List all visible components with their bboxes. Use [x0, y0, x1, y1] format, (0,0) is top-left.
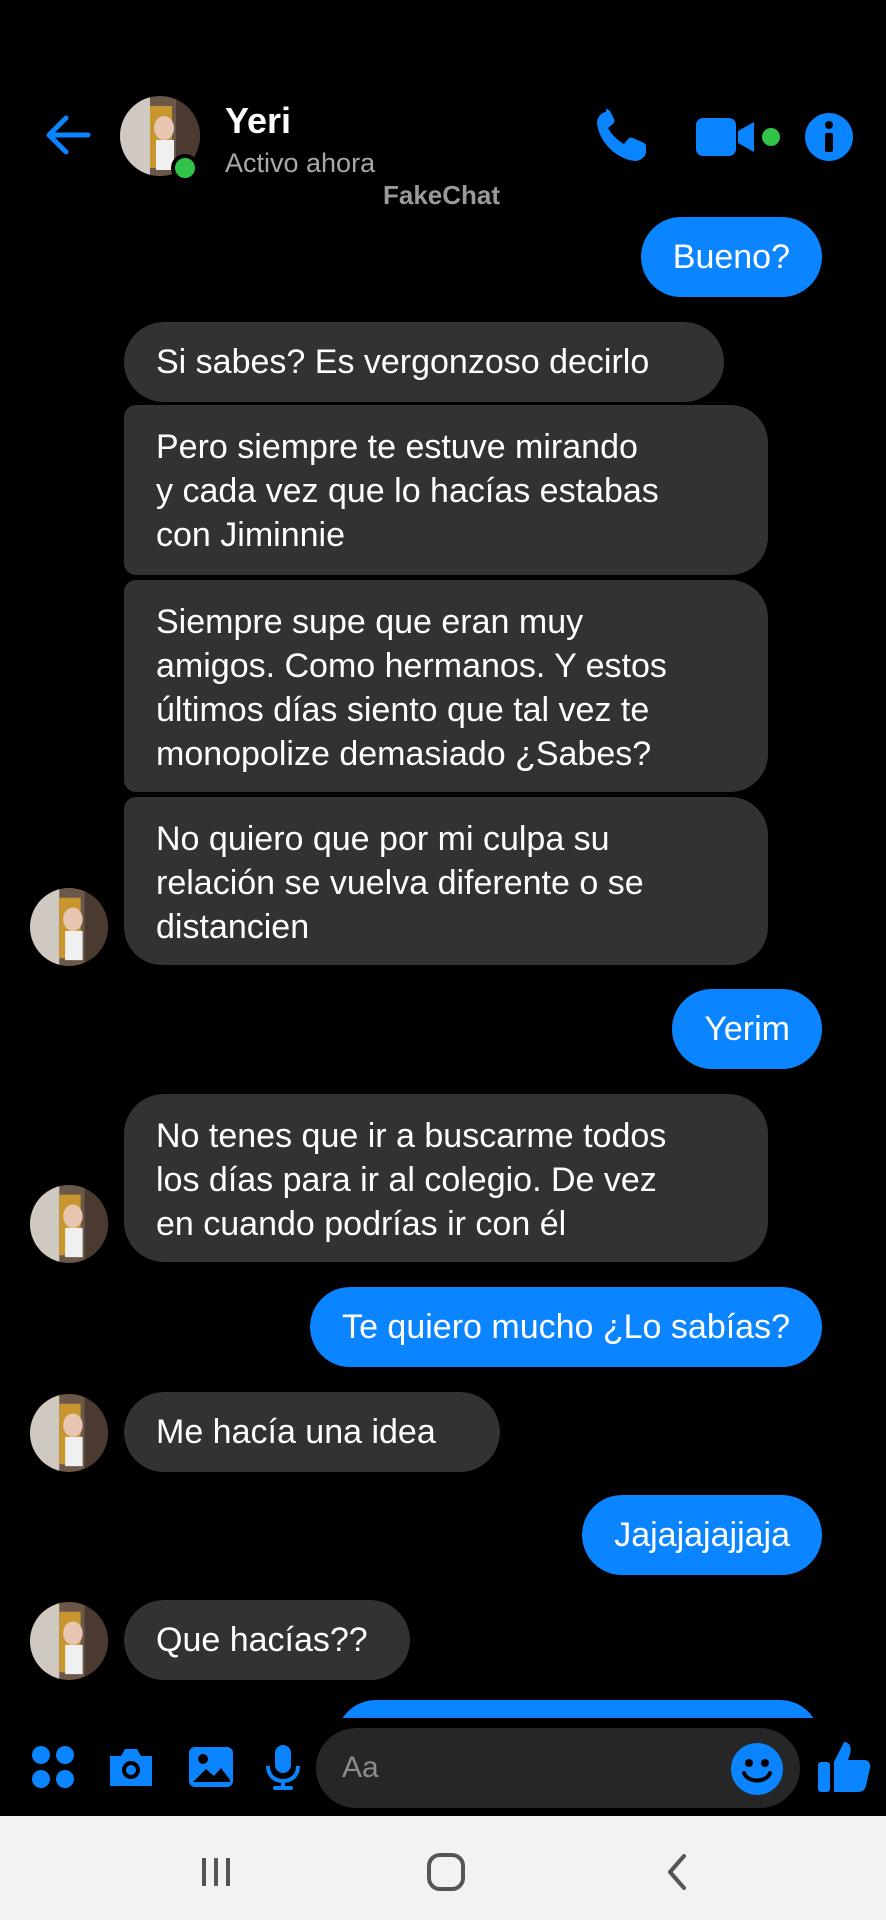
- chat-header: Yeri Activo ahora FakeChat: [0, 0, 886, 210]
- info-icon[interactable]: [804, 112, 854, 162]
- incoming-message[interactable]: Siempre supe que eran muy amigos. Como h…: [124, 580, 768, 792]
- watermark-label: FakeChat: [383, 180, 501, 210]
- system-navigation-bar: [0, 1816, 886, 1920]
- video-camera-icon[interactable]: [696, 116, 756, 158]
- recent-apps-icon[interactable]: [194, 1850, 238, 1894]
- outgoing-message[interactable]: Jajajajajjaja: [582, 1495, 822, 1575]
- like-icon[interactable]: [816, 1738, 872, 1794]
- emoji-icon[interactable]: [730, 1742, 784, 1796]
- outgoing-message[interactable]: Te quiero mucho ¿Lo sabías?: [310, 1287, 822, 1367]
- message-input[interactable]: [342, 1746, 722, 1790]
- sender-avatar[interactable]: [30, 1185, 108, 1263]
- camera-icon[interactable]: [106, 1742, 156, 1792]
- online-indicator: [171, 154, 199, 182]
- sender-avatar[interactable]: [30, 888, 108, 966]
- outgoing-message[interactable]: Yerim: [672, 989, 822, 1069]
- back-nav-icon[interactable]: [656, 1850, 700, 1894]
- incoming-message[interactable]: Me hacía una idea: [124, 1392, 500, 1472]
- gallery-icon[interactable]: [186, 1742, 236, 1792]
- outgoing-message[interactable]: Bueno?: [640, 217, 822, 297]
- incoming-message[interactable]: Que hacías??: [124, 1600, 410, 1680]
- contact-status: Activo ahora: [225, 148, 376, 178]
- sender-avatar[interactable]: [30, 1394, 108, 1472]
- home-icon[interactable]: [424, 1850, 468, 1894]
- contact-name[interactable]: Yeri: [225, 100, 291, 142]
- incoming-message[interactable]: Pero siempre te estuve mirando y cada ve…: [124, 405, 768, 575]
- incoming-message[interactable]: No tenes que ir a buscarme todos los día…: [124, 1094, 768, 1262]
- incoming-message[interactable]: No quiero que por mi culpa su relación s…: [124, 797, 768, 965]
- apps-icon[interactable]: [28, 1742, 78, 1792]
- phone-icon[interactable]: [592, 108, 650, 166]
- microphone-icon[interactable]: [258, 1742, 308, 1792]
- sender-avatar[interactable]: [30, 1602, 108, 1680]
- back-arrow-icon[interactable]: [40, 108, 94, 162]
- active-call-dot: [762, 128, 780, 146]
- incoming-message[interactable]: Si sabes? Es vergonzoso decirlo: [124, 322, 724, 402]
- message-input-box[interactable]: [316, 1728, 800, 1808]
